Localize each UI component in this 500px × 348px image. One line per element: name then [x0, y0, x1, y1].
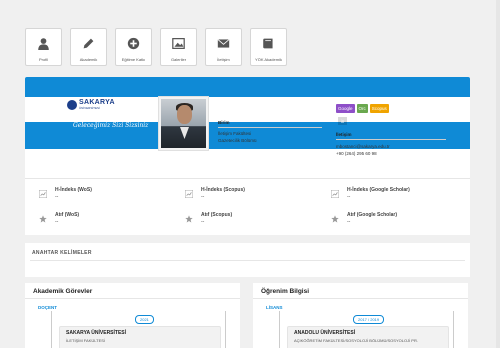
university-seal-icon [67, 99, 77, 110]
metric-value: -- [347, 194, 351, 200]
university-slogan: Geleceğimiz Sizi Sizsiniz [73, 122, 149, 129]
nav-tile-profil[interactable]: Profil [25, 28, 62, 66]
nav-tile-label: İletişim [217, 57, 230, 62]
book-icon [263, 38, 273, 49]
metric-value: -- [201, 219, 205, 225]
department-name: Gazetecilik Bölümü [218, 138, 257, 143]
user-icon [38, 38, 49, 50]
google-scholar-link[interactable]: Google [336, 104, 355, 113]
linkedin-icon[interactable]: in [338, 117, 347, 125]
nav-tile-yok-akademik[interactable]: YÖK Akademik [250, 28, 287, 66]
university-logo: SAKARYA ÜNİVERSİTESİ [67, 99, 115, 110]
contact-divider [336, 139, 446, 140]
chart-icon [331, 190, 339, 198]
timeline-line [453, 311, 454, 348]
plus-circle-icon [127, 37, 140, 50]
timeline-line [51, 311, 52, 348]
nav-tile-label: Galeriler [170, 57, 187, 62]
social-links: f t y ig [410, 103, 462, 112]
metric-title: Atıf (Scopus) [201, 212, 233, 218]
university-sub: ÜNİVERSİTESİ [79, 106, 100, 110]
metric-citations-scopus: Atıf (Scopus) -- [185, 212, 232, 225]
metric-title: H-İndeks (WoS) [55, 187, 92, 193]
unit-label: Birim [218, 120, 230, 125]
academic-duties-panel: Akademik Görevler DOÇENT 2021 SAKARYA ÜN… [25, 283, 240, 348]
academic-title: Prof.Dr. [218, 99, 235, 105]
star-icon [39, 215, 47, 223]
education-year: 2017 / 2019 [353, 315, 385, 324]
metric-value: -- [55, 219, 59, 225]
profile-tags: Google Orc Scopus WOS [336, 104, 406, 113]
keywords-title: ANAHTAR KELİMELER [32, 250, 92, 256]
nav-tile-iletisim[interactable]: İletişim [205, 28, 242, 66]
chart-icon [185, 190, 193, 198]
academic-org: SAKARYA ÜNİVERSİTESİ [66, 330, 127, 336]
academic-duty-card: SAKARYA ÜNİVERSİTESİ İLETİŞİM FAKÜLTESİ [59, 326, 221, 348]
nav-tile-egitime-katki[interactable]: Eğitime Katkı [115, 28, 152, 66]
envelope-icon [217, 39, 230, 48]
profile-photo [158, 96, 209, 151]
keywords-panel: ANAHTAR KELİMELER [25, 243, 470, 277]
metrics-panel: H-İndeks (WoS) -- H-İndeks (Scopus) -- H-İ… [25, 178, 470, 235]
metric-title: Atıf (Google Scholar) [347, 212, 397, 218]
education-title: Öğrenim Bilgisi [261, 288, 310, 295]
academic-category: DOÇENT [38, 305, 57, 310]
timeline-line [279, 311, 280, 348]
unit-divider [218, 127, 322, 128]
metric-h-index-scopus: H-İndeks (Scopus) -- [185, 187, 245, 200]
metric-title: H-İndeks (Google Scholar) [347, 187, 410, 193]
page-scrollbar[interactable] [496, 0, 500, 348]
keywords-divider [30, 260, 465, 261]
metric-value: -- [201, 194, 205, 200]
academic-duties-title: Akademik Görevler [33, 288, 93, 295]
youtube-icon[interactable]: y [438, 103, 448, 112]
panel-divider [25, 298, 240, 299]
profile-nav: Profil Akademik Eğitime Katkı Galeriler … [25, 28, 287, 66]
wos-link[interactable]: WOS [391, 104, 406, 113]
facebook-icon[interactable]: f [410, 103, 420, 112]
twitter-icon[interactable]: t [424, 103, 434, 112]
metric-title: Atıf (WoS) [55, 212, 80, 218]
pencil-icon [83, 38, 94, 49]
education-panel: Öğrenim Bilgisi LİSANS 2017 / 2019 ANADO… [253, 283, 468, 348]
nav-tile-galeriler[interactable]: Galeriler [160, 28, 197, 66]
academic-year: 2021 [135, 315, 154, 324]
education-card: ANADOLU ÜNİVERSİTESİ AÇIKÖĞRETİM FAKÜLTE… [287, 326, 449, 348]
star-icon [185, 215, 193, 223]
instagram-icon[interactable]: ig [452, 103, 462, 112]
nav-tile-label: Eğitime Katkı [121, 57, 146, 62]
metric-h-index-google-scholar: H-İndeks (Google Scholar) -- [331, 187, 410, 200]
metric-value: -- [347, 219, 351, 225]
orcid-link[interactable]: Orc [356, 104, 368, 113]
nav-tile-label: Profil [38, 57, 49, 62]
faculty-name: İletişim Fakültesi [218, 131, 252, 136]
timeline-line [225, 311, 226, 348]
scopus-link[interactable]: Scopus [369, 104, 389, 113]
academic-sub: İLETİŞİM FAKÜLTESİ [66, 338, 106, 343]
university-name: SAKARYA [79, 99, 115, 106]
metric-h-index-wos: H-İndeks (WoS) -- [39, 187, 92, 200]
nav-tile-akademik[interactable]: Akademik [70, 28, 107, 66]
metric-title: H-İndeks (Scopus) [201, 187, 245, 193]
metric-citations-google-scholar: Atıf (Google Scholar) -- [331, 212, 397, 225]
person-name: Mustafa BOSTANCI [218, 106, 285, 113]
image-icon [172, 38, 185, 49]
education-sub: AÇIKÖĞRETİM FAKÜLTESİ/SOSYOLOJİ BÖLÜMÜ/S… [294, 338, 418, 343]
education-org: ANADOLU ÜNİVERSİTESİ [294, 330, 356, 336]
star-icon [331, 215, 339, 223]
contact-email[interactable]: mbostanci@sakarya.edu.tr [336, 144, 390, 149]
education-category: LİSANS [266, 305, 283, 310]
nav-tile-label: Akademik [79, 57, 98, 62]
contact-label: İletişim [336, 132, 352, 137]
nav-tile-label: YÖK Akademik [255, 57, 282, 62]
metric-citations-wos: Atıf (WoS) -- [39, 212, 79, 225]
metric-value: -- [55, 194, 59, 200]
panel-divider [253, 298, 468, 299]
contact-phone: +90 (264) 295 60 98 [336, 151, 377, 156]
chart-icon [39, 190, 47, 198]
